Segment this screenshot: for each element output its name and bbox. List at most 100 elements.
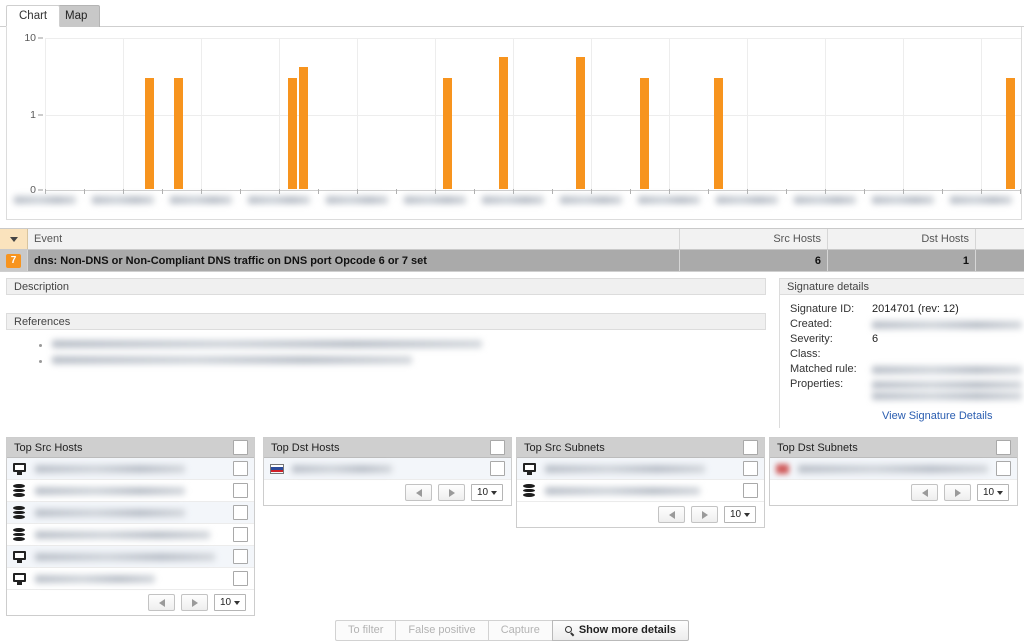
chart-bar[interactable]	[714, 78, 723, 189]
list-item[interactable]	[517, 458, 764, 480]
to-filter-button[interactable]: To filter	[334, 619, 396, 641]
prev-page-button[interactable]	[911, 484, 938, 501]
x-tick-mark	[45, 189, 46, 194]
pagination: 10	[7, 590, 254, 615]
panel-header: Top Src Hosts	[7, 438, 254, 458]
status-badge: 7	[5, 253, 22, 268]
database-icon	[13, 528, 31, 541]
chart-bar[interactable]	[576, 57, 585, 189]
x-axis-tick-label-redacted	[14, 196, 76, 204]
database-icon	[13, 484, 31, 497]
flag-ru-icon	[270, 463, 288, 474]
column-header-event[interactable]: Event	[28, 229, 680, 249]
row-checkbox[interactable]	[233, 461, 248, 476]
list-item[interactable]	[770, 458, 1017, 480]
page-size-select[interactable]: 10	[471, 484, 503, 501]
chart-bar[interactable]	[499, 57, 508, 189]
capture-button[interactable]: Capture	[487, 619, 552, 641]
page-size-value: 10	[982, 487, 995, 498]
column-header-dst-hosts[interactable]: Dst Hosts	[828, 229, 976, 249]
select-all-checkbox[interactable]	[996, 440, 1011, 455]
prev-page-button[interactable]	[658, 506, 685, 523]
row-checkbox[interactable]	[233, 571, 248, 586]
row-checkbox[interactable]	[233, 483, 248, 498]
gridline-vertical	[45, 38, 46, 189]
list-item[interactable]	[7, 524, 254, 546]
list-item[interactable]	[52, 356, 766, 368]
x-tick-mark	[357, 189, 358, 194]
select-all-checkbox[interactable]	[490, 440, 505, 455]
y-tick-mark	[38, 37, 43, 39]
list-item[interactable]	[7, 546, 254, 568]
next-page-button[interactable]	[438, 484, 465, 501]
reference-link-redacted[interactable]	[52, 356, 412, 364]
false-positive-button[interactable]: False positive	[395, 619, 488, 641]
row-checkbox[interactable]	[233, 549, 248, 564]
x-axis-tick-label-redacted	[560, 196, 622, 204]
tab-chart[interactable]: Chart	[6, 5, 61, 27]
field-label: Class:	[790, 348, 821, 360]
x-axis-tick-label-redacted	[716, 196, 778, 204]
chart-bar[interactable]	[174, 78, 183, 189]
page-size-select[interactable]: 10	[724, 506, 756, 523]
x-tick-mark	[942, 189, 943, 194]
chevron-left-icon	[415, 488, 422, 497]
prev-page-button[interactable]	[405, 484, 432, 501]
chart-bar[interactable]	[443, 78, 452, 189]
page-size-select[interactable]: 10	[214, 594, 246, 611]
field-signature-id: Signature ID: 2014701 (rev: 12)	[790, 303, 1024, 318]
reference-link-redacted[interactable]	[52, 340, 482, 348]
prev-page-button[interactable]	[148, 594, 175, 611]
select-all-checkbox[interactable]	[233, 440, 248, 455]
next-page-button[interactable]	[181, 594, 208, 611]
y-axis-tick-label: 0	[30, 184, 36, 196]
chevron-right-icon	[701, 510, 708, 519]
src-hosts-cell: 6	[680, 250, 828, 271]
list-item[interactable]	[7, 502, 254, 524]
chart-bar[interactable]	[640, 78, 649, 189]
list-item[interactable]	[517, 480, 764, 502]
select-all-checkbox[interactable]	[743, 440, 758, 455]
monitor-icon	[523, 462, 541, 475]
chart-canvas[interactable]: 10 1 0	[6, 27, 1022, 220]
view-signature-details-link[interactable]: View Signature Details	[882, 410, 1024, 422]
list-item[interactable]	[7, 458, 254, 480]
gridline-vertical	[201, 38, 202, 189]
list-item[interactable]	[7, 568, 254, 590]
chart-bar[interactable]	[1006, 78, 1015, 189]
chart-bar[interactable]	[145, 78, 154, 189]
row-checkbox[interactable]	[743, 461, 758, 476]
row-checkbox[interactable]	[233, 505, 248, 520]
x-tick-mark	[513, 189, 514, 194]
host-label-redacted	[31, 552, 233, 561]
page-size-select[interactable]: 10	[977, 484, 1009, 501]
x-axis-tick-label-redacted	[794, 196, 856, 204]
monitor-icon	[13, 462, 31, 475]
next-page-button[interactable]	[691, 506, 718, 523]
next-page-button[interactable]	[944, 484, 971, 501]
x-axis-tick-label-redacted	[482, 196, 544, 204]
gridline-vertical	[903, 38, 904, 189]
column-header-src-hosts[interactable]: Src Hosts	[680, 229, 828, 249]
x-tick-mark	[162, 189, 163, 194]
table-row[interactable]: 7 dns: Non-DNS or Non-Compliant DNS traf…	[0, 250, 1024, 272]
row-checkbox[interactable]	[996, 461, 1011, 476]
list-item[interactable]	[7, 480, 254, 502]
field-label: Matched rule:	[790, 363, 857, 375]
chevron-right-icon	[191, 598, 198, 607]
row-checkbox[interactable]	[743, 483, 758, 498]
row-checkbox[interactable]	[233, 527, 248, 542]
signature-details-panel: Signature details Signature ID: 2014701 …	[779, 278, 1024, 428]
field-class: Class:	[790, 348, 1024, 363]
sort-column-header[interactable]	[0, 229, 28, 249]
show-more-details-button[interactable]: Show more details	[551, 619, 690, 641]
row-checkbox[interactable]	[490, 461, 505, 476]
field-value: 6	[872, 333, 879, 345]
field-properties: Properties:	[790, 378, 1024, 400]
list-item[interactable]	[264, 458, 511, 480]
chart-bar[interactable]	[288, 78, 297, 189]
chart-bar[interactable]	[299, 67, 308, 189]
list-item[interactable]	[52, 340, 766, 352]
chevron-down-icon	[9, 236, 18, 242]
field-value: 2014701 (rev: 12)	[872, 303, 959, 315]
